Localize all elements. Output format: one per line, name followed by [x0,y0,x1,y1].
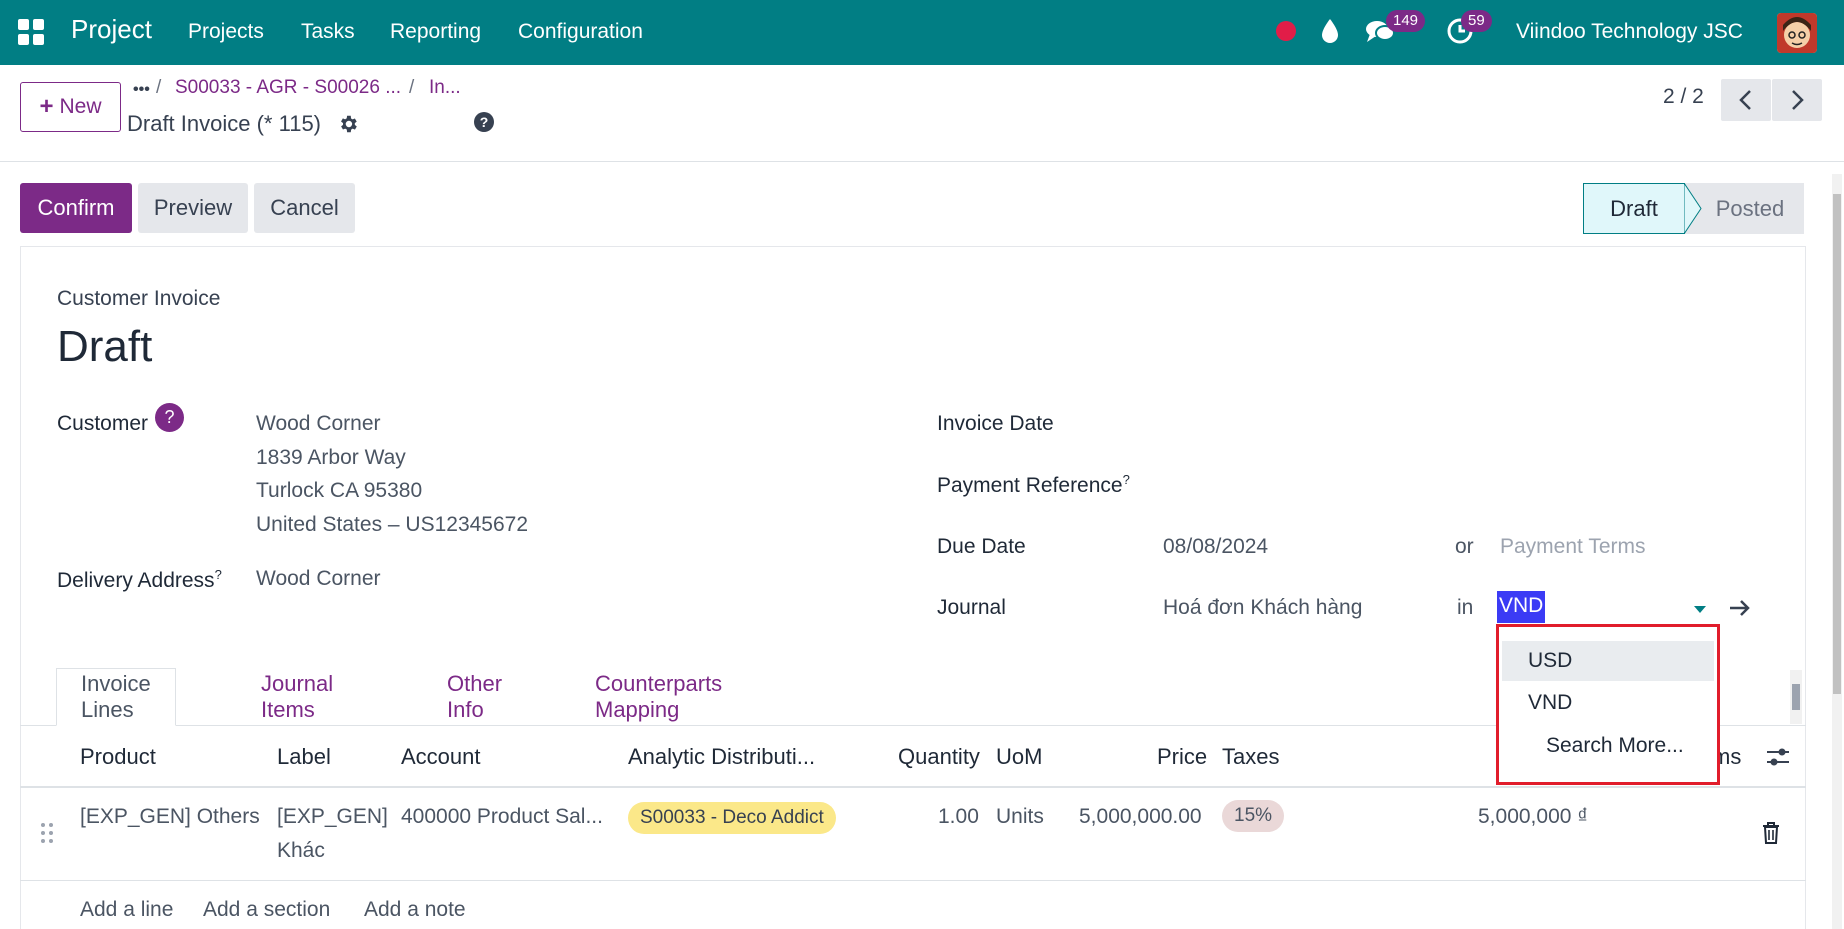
invoice-name: Draft [57,322,153,371]
column-label[interactable]: Label [277,744,331,770]
invoice-date-label: Invoice Date [937,412,1054,435]
help-icon[interactable]: ? [473,111,495,133]
breadcrumb-invoices[interactable]: In... [429,77,461,99]
menu-projects[interactable]: Projects [188,20,264,44]
tab-counterparts-mapping[interactable]: Counterparts Mapping [595,668,722,726]
menu-reporting[interactable]: Reporting [390,20,481,44]
payment-reference-input[interactable] [1162,466,1522,500]
delivery-address-value[interactable]: Wood Corner [256,567,381,591]
customer-country-vat: United States – US12345672 [256,513,529,536]
column-quantity[interactable]: Quantity [898,744,980,770]
apps-menu-icon[interactable] [18,19,44,45]
pager-next-button[interactable] [1772,79,1822,121]
new-button-label: New [59,95,102,118]
breadcrumb-separator: / [409,77,415,98]
currency-input[interactable]: VND [1497,591,1546,623]
currency-option-vnd[interactable]: VND [1502,683,1714,723]
row-analytic-tag[interactable]: S00033 - Deco Addict [628,802,836,834]
top-navbar: Project Projects Tasks Reporting Configu… [0,0,1844,65]
record-title: Draft Invoice (* 115) [127,111,322,136]
column-taxes[interactable]: Taxes [1222,744,1279,770]
currency-dropdown: USD VND Search More... [1496,624,1720,785]
pager-previous-button[interactable] [1721,79,1771,121]
column-settings-icon[interactable] [1765,746,1791,768]
app-name[interactable]: Project [71,14,152,45]
gear-icon[interactable] [337,113,359,135]
svg-text:?: ? [480,114,489,130]
caret-down-icon[interactable] [1694,606,1706,614]
new-button[interactable]: + New [20,82,121,132]
move-type: Customer Invoice [57,287,221,310]
customer-label: Customer [57,412,149,435]
trash-icon[interactable] [1762,822,1780,844]
inner-scrollbar[interactable] [1790,670,1802,724]
row-tax-tag[interactable]: 15% [1222,800,1285,832]
column-account[interactable]: Account [401,744,481,770]
preview-button[interactable]: Preview [138,183,248,233]
messages-badge: 149 [1386,10,1426,32]
status-draft[interactable]: Draft [1583,183,1685,234]
row-subtotal: 5,000,000 ₫ [1478,805,1589,828]
row-account[interactable]: 400000 Product Sal... [401,805,603,829]
chevron-right-icon [1792,90,1804,110]
payment-terms-input[interactable]: Payment Terms [1500,535,1646,559]
row-label-line1[interactable]: [EXP_GEN] [277,805,388,829]
row-price[interactable]: 5,000,000.00 [1079,805,1202,829]
activities-badge: 59 [1461,10,1492,32]
user-avatar[interactable] [1777,13,1817,53]
customer-street: 1839 Arbor Way [256,446,406,469]
column-analytic-distribution[interactable]: Analytic Distributi... [628,744,815,770]
add-note-link[interactable]: Add a note [364,898,466,922]
menu-configuration[interactable]: Configuration [518,20,643,44]
confirm-button[interactable]: Confirm [20,183,132,233]
cancel-button[interactable]: Cancel [254,183,355,233]
add-section-link[interactable]: Add a section [203,898,330,922]
due-date-label: Due Date [937,535,1026,558]
invoice-date-input[interactable] [1162,404,1522,438]
status-arrow [1684,183,1702,234]
chevron-left-icon [1739,90,1751,110]
search-more-link[interactable]: Search More... [1502,726,1714,766]
drop-icon[interactable] [1320,18,1340,44]
table-row[interactable] [20,788,1806,880]
column-product[interactable]: Product [80,744,156,770]
arrow-right-icon[interactable] [1728,597,1752,619]
customer-name[interactable]: Wood Corner [256,412,381,436]
menu-tasks[interactable]: Tasks [301,20,355,44]
row-quantity[interactable]: 1.00 [938,805,979,829]
journal-label: Journal [937,596,1006,619]
in-text: in [1457,596,1474,619]
tab-other-info[interactable]: Other Info [447,668,502,726]
drag-handle-icon[interactable] [40,822,54,844]
add-line-link[interactable]: Add a line [80,898,173,922]
breadcrumb-sale-order[interactable]: S00033 - AGR - S00026 ... [175,77,401,99]
column-uom[interactable]: UoM [996,744,1042,770]
plus-icon: + [39,93,54,120]
page-scrollbar[interactable] [1832,174,1842,929]
row-product[interactable]: [EXP_GEN] Others [80,805,260,829]
control-panel: + New ••• / S00033 - AGR - S00026 ... / … [0,65,1844,162]
journal-input[interactable]: Hoá đơn Khách hàng [1163,596,1362,620]
payment-reference-label: Payment Reference? [937,472,1130,497]
breadcrumb-separator: / [156,77,162,98]
row-divider [20,880,1806,881]
customer-city: Turlock CA 95380 [256,479,423,502]
row-uom[interactable]: Units [996,805,1044,829]
company-switcher[interactable]: Viindoo Technology JSC [1516,20,1743,44]
pager-value[interactable]: 2 / 2 [1663,85,1704,109]
delivery-address-label: Delivery Address? [57,567,222,592]
row-label-line2[interactable]: Khác [277,839,325,863]
record-icon[interactable] [1276,21,1296,41]
due-date-input[interactable]: 08/08/2024 [1163,535,1268,559]
tab-journal-items[interactable]: Journal Items [261,668,333,726]
currency-option-usd[interactable]: USD [1502,641,1714,681]
or-text: or [1455,535,1474,558]
column-price[interactable]: Price [1157,744,1207,770]
breadcrumb-ellipsis[interactable]: ••• [133,81,150,99]
tab-invoice-lines[interactable]: Invoice Lines [56,668,176,726]
customer-help-icon[interactable]: ? [155,403,184,432]
